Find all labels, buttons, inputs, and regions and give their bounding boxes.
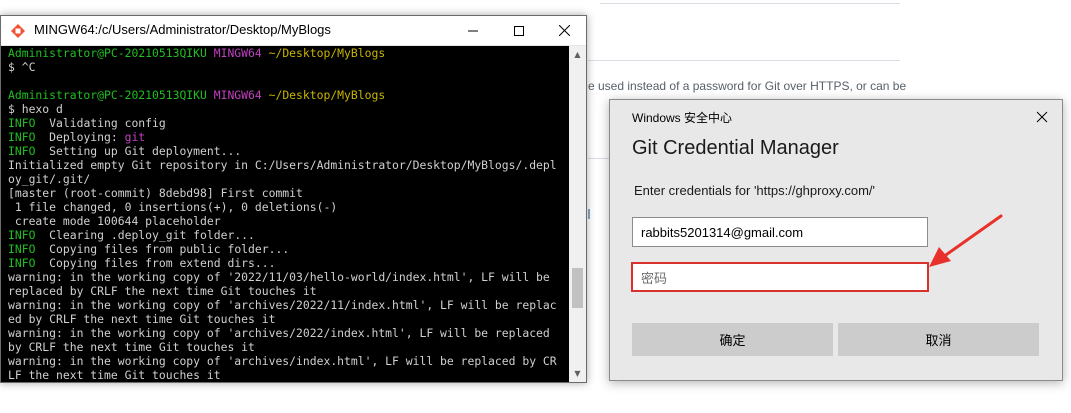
terminal-line: by CRLF the next time Git touches it xyxy=(8,340,569,354)
terminal-window[interactable]: MINGW64:/c/Users/Administrator/Desktop/M… xyxy=(0,15,587,383)
terminal-segment: warning: in the working copy of 'archive… xyxy=(8,298,557,312)
dialog-close-button[interactable] xyxy=(1032,107,1052,127)
terminal-line: $ ^C xyxy=(8,60,569,74)
terminal-line: [master (root-commit) 8debd98] First com… xyxy=(8,186,569,200)
terminal-segment: Deploying: xyxy=(49,130,125,144)
terminal-scrollbar[interactable]: ▲ ▼ xyxy=(569,46,586,382)
red-arrow-icon xyxy=(929,214,1003,267)
terminal-segment: INFO xyxy=(8,242,50,256)
minimize-button[interactable] xyxy=(450,16,496,45)
terminal-title: MINGW64:/c/Users/Administrator/Desktop/M… xyxy=(34,22,331,37)
close-button[interactable] xyxy=(541,16,587,45)
terminal-line: INFO Clearing .deploy_git folder... xyxy=(8,228,569,242)
terminal-segment: $ hexo d xyxy=(8,102,63,116)
close-icon xyxy=(1036,111,1048,123)
ok-button[interactable]: 确定 xyxy=(632,323,833,356)
username-field[interactable]: rabbits5201314@gmail.com xyxy=(632,217,928,247)
terminal-line: replaced by CRLF the next time Git touch… xyxy=(8,284,569,298)
terminal-line: oy_git/.git/ xyxy=(8,172,569,186)
terminal-segment: LF the next time Git touches it xyxy=(8,368,221,382)
dialog-heading: Git Credential Manager xyxy=(632,137,839,159)
terminal-segment: by CRLF the next time Git touches it xyxy=(8,340,255,354)
terminal-segment: Copying files from extend dirs... xyxy=(49,256,276,270)
terminal-line: INFO Copying files from public folder... xyxy=(8,242,569,256)
username-value: rabbits5201314@gmail.com xyxy=(641,224,804,240)
terminal-segment: 1 file changed, 0 insertions(+), 0 delet… xyxy=(8,200,338,214)
terminal-segment: oy_git/.git/ xyxy=(8,172,91,186)
terminal-output[interactable]: Administrator@PC-20210513QIKU MINGW64 ~/… xyxy=(1,46,569,382)
terminal-segment: MINGW64 xyxy=(213,88,269,102)
terminal-line: INFO Copying files from extend dirs... xyxy=(8,256,569,270)
dialog-caption: Windows 安全中心 xyxy=(632,111,733,125)
divider xyxy=(600,3,900,4)
maximize-icon xyxy=(514,25,524,36)
terminal-segment: MINGW64 xyxy=(213,46,269,60)
cancel-button[interactable]: 取消 xyxy=(838,323,1039,356)
background-snippet-text: e used instead of a password for Git ove… xyxy=(588,79,907,93)
terminal-line: ed by CRLF the next time Git touches it xyxy=(8,312,569,326)
git-bash-icon xyxy=(11,24,25,38)
close-icon xyxy=(558,25,570,36)
terminal-segment: Administrator@PC-20210513QIKU xyxy=(8,88,214,102)
terminal-segment: INFO xyxy=(8,228,50,242)
terminal-segment: Initialized empty Git repository in C:/U… xyxy=(8,158,557,172)
password-placeholder: 密码 xyxy=(641,270,668,286)
terminal-segment: replaced by CRLF the next time Git touch… xyxy=(8,284,317,298)
terminal-line: Administrator@PC-20210513QIKU MINGW64 ~/… xyxy=(8,46,569,60)
terminal-line: warning: in the working copy of 'archive… xyxy=(8,298,569,312)
terminal-segment: git xyxy=(124,130,146,144)
terminal-line: create mode 100644 placeholder xyxy=(8,214,569,228)
terminal-segment: INFO xyxy=(8,256,50,270)
background-mark xyxy=(588,209,590,219)
password-field[interactable]: 密码 xyxy=(631,262,929,292)
maximize-button[interactable] xyxy=(496,16,542,45)
terminal-line: Initialized empty Git repository in C:/U… xyxy=(8,158,569,172)
terminal-segment: INFO xyxy=(8,130,50,144)
terminal-segment: warning: in the working copy of 'archive… xyxy=(8,354,557,368)
minimize-icon xyxy=(468,30,478,31)
terminal-segment: ~/Desktop/MyBlogs xyxy=(268,46,386,60)
scrollbar-thumb[interactable] xyxy=(572,268,583,308)
terminal-segment: warning: in the working copy of 'archive… xyxy=(8,326,550,340)
terminal-segment: ed by CRLF the next time Git touches it xyxy=(8,312,276,326)
terminal-segment: Administrator@PC-20210513QIKU xyxy=(8,46,214,60)
terminal-segment: create mode 100644 placeholder xyxy=(8,214,221,228)
terminal-line: LF the next time Git touches it xyxy=(8,368,569,382)
terminal-line: 1 file changed, 0 insertions(+), 0 delet… xyxy=(8,200,569,214)
terminal-line: INFO Setting up Git deployment... xyxy=(8,144,569,158)
divider xyxy=(588,158,610,159)
terminal-line: warning: in the working copy of 'archive… xyxy=(8,354,569,368)
terminal-line: warning: in the working copy of 'archive… xyxy=(8,326,569,340)
terminal-line: $ hexo d xyxy=(8,102,569,116)
terminal-segment: Copying files from public folder... xyxy=(49,242,290,256)
terminal-segment: INFO xyxy=(8,144,50,158)
scroll-down-icon[interactable]: ▼ xyxy=(569,365,586,382)
terminal-line: INFO Deploying: git xyxy=(8,130,569,144)
terminal-segment: Setting up Git deployment... xyxy=(49,144,242,158)
terminal-line: warning: in the working copy of '2022/11… xyxy=(8,270,569,284)
terminal-segment: ~/Desktop/MyBlogs xyxy=(268,88,386,102)
terminal-segment: warning: in the working copy of '2022/11… xyxy=(8,270,550,284)
terminal-titlebar[interactable]: MINGW64:/c/Users/Administrator/Desktop/M… xyxy=(1,16,586,46)
terminal-line: Administrator@PC-20210513QIKU MINGW64 ~/… xyxy=(8,88,569,102)
terminal-segment: $ ^C xyxy=(8,60,36,74)
terminal-line: INFO Validating config xyxy=(8,116,569,130)
terminal-segment: Clearing .deploy_git folder... xyxy=(49,228,255,242)
terminal-segment: [master (root-commit) 8debd98] First com… xyxy=(8,186,303,200)
terminal-segment: INFO xyxy=(8,116,50,130)
scroll-up-icon[interactable]: ▲ xyxy=(569,46,586,63)
divider xyxy=(588,60,900,61)
terminal-segment: Validating config xyxy=(49,116,166,130)
credentials-prompt: Enter credentials for 'https://ghproxy.c… xyxy=(634,183,875,198)
